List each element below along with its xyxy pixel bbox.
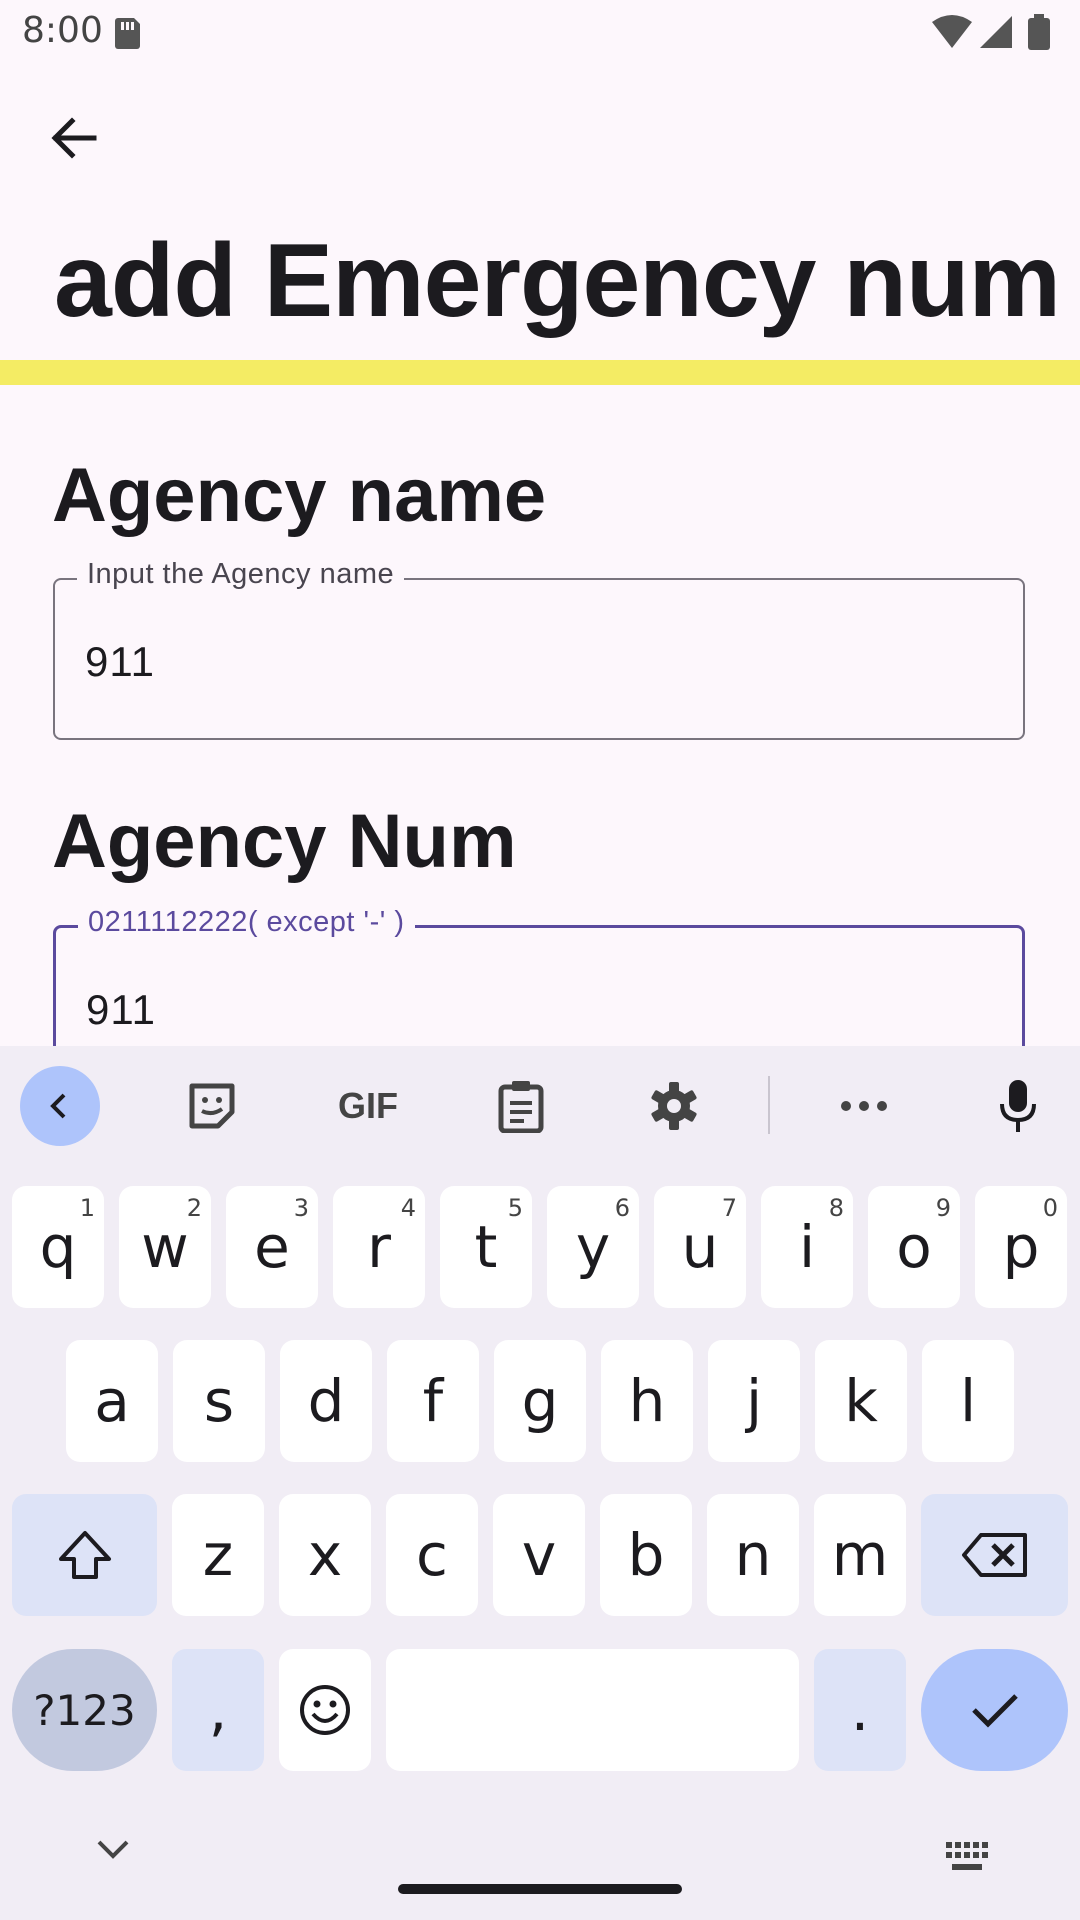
agency-num-legend: 0211112222( except '-' ) — [78, 906, 415, 939]
emoji-key[interactable] — [279, 1649, 371, 1771]
key-j[interactable]: j — [708, 1340, 800, 1462]
more-horiz-icon — [841, 1101, 887, 1111]
key-l[interactable]: l — [922, 1340, 1014, 1462]
gif-button[interactable]: GIF — [326, 1066, 410, 1146]
key-e[interactable]: e3 — [226, 1186, 318, 1308]
key-p[interactable]: p0 — [975, 1186, 1067, 1308]
key-label: i — [798, 1213, 816, 1281]
sd-card-icon — [115, 18, 140, 49]
sticker-icon — [189, 1083, 235, 1129]
key-hint: 0 — [1042, 1194, 1058, 1222]
home-indicator[interactable] — [398, 1884, 682, 1894]
key-hint: 2 — [186, 1194, 202, 1222]
key-k[interactable]: k — [815, 1340, 907, 1462]
highlight-bar — [0, 360, 1080, 385]
key-q[interactable]: q1 — [12, 1186, 104, 1308]
cell-signal-icon — [980, 16, 1012, 48]
agency-num-label: Agency Num — [52, 799, 517, 884]
key-u[interactable]: u7 — [654, 1186, 746, 1308]
key-w[interactable]: w2 — [119, 1186, 211, 1308]
key-o[interactable]: o9 — [868, 1186, 960, 1308]
key-label: y — [575, 1213, 611, 1281]
key-hint: 8 — [828, 1194, 844, 1222]
agency-name-value[interactable]: 911 — [85, 638, 155, 686]
key-y[interactable]: y6 — [547, 1186, 639, 1308]
key-a[interactable]: a — [66, 1340, 158, 1462]
arrow-back-icon — [51, 117, 97, 159]
voice-input-button[interactable] — [978, 1066, 1058, 1146]
key-x[interactable]: x — [279, 1494, 371, 1616]
settings-button[interactable] — [634, 1066, 714, 1146]
key-label: e — [254, 1213, 290, 1281]
key-hint: 4 — [400, 1194, 416, 1222]
key-hint: 6 — [614, 1194, 630, 1222]
key-h[interactable]: h — [601, 1340, 693, 1462]
agency-name-label: Agency name — [52, 453, 547, 538]
key-z[interactable]: z — [172, 1494, 264, 1616]
comma-key[interactable]: , — [172, 1649, 264, 1771]
toolbar-divider — [768, 1076, 770, 1134]
more-button[interactable] — [824, 1066, 904, 1146]
key-d[interactable]: d — [280, 1340, 372, 1462]
clipboard-icon — [498, 1081, 544, 1133]
key-r[interactable]: r4 — [333, 1186, 425, 1308]
gear-icon — [651, 1082, 697, 1130]
clipboard-button[interactable] — [481, 1066, 561, 1146]
key-f[interactable]: f — [387, 1340, 479, 1462]
key-n[interactable]: n — [707, 1494, 799, 1616]
key-hint: 1 — [79, 1194, 95, 1222]
check-icon — [971, 1694, 1018, 1728]
key-label: r — [367, 1213, 391, 1281]
key-s[interactable]: s — [173, 1340, 265, 1462]
key-hint: 7 — [721, 1194, 737, 1222]
space-key[interactable] — [386, 1649, 799, 1771]
period-key[interactable]: . — [814, 1649, 906, 1771]
agency-name-field[interactable]: Input the Agency name 911 — [53, 558, 1025, 740]
sticker-button[interactable] — [172, 1066, 252, 1146]
enter-key[interactable] — [921, 1649, 1068, 1771]
chevron-left-icon — [50, 1093, 66, 1119]
key-label: t — [474, 1213, 498, 1281]
hide-keyboard-icon[interactable] — [96, 1838, 130, 1860]
key-label: u — [681, 1213, 719, 1281]
status-bar: 8:00 — [0, 0, 1080, 64]
key-i[interactable]: i8 — [761, 1186, 853, 1308]
key-label: o — [896, 1213, 932, 1281]
key-b[interactable]: b — [600, 1494, 692, 1616]
shift-key[interactable] — [12, 1494, 157, 1616]
key-v[interactable]: v — [493, 1494, 585, 1616]
key-hint: 5 — [507, 1194, 523, 1222]
agency-name-legend: Input the Agency name — [77, 558, 405, 591]
emoji-icon — [300, 1685, 350, 1735]
key-t[interactable]: t5 — [440, 1186, 532, 1308]
back-button[interactable] — [44, 108, 104, 168]
key-m[interactable]: m — [814, 1494, 906, 1616]
shift-icon — [58, 1531, 111, 1579]
mic-icon — [1000, 1080, 1036, 1132]
key-c[interactable]: c — [386, 1494, 478, 1616]
keyboard-switch-icon[interactable] — [944, 1840, 990, 1874]
key-hint: 9 — [935, 1194, 951, 1222]
key-hint: 3 — [293, 1194, 309, 1222]
keyboard-toolbar: GIF — [0, 1046, 1080, 1164]
status-time: 8:00 — [22, 10, 103, 51]
agency-num-value[interactable]: 911 — [86, 986, 156, 1034]
backspace-icon — [961, 1533, 1027, 1577]
key-label: p — [1002, 1213, 1040, 1281]
key-g[interactable]: g — [494, 1340, 586, 1462]
wifi-icon — [932, 15, 972, 48]
toolbar-back-button[interactable] — [20, 1066, 100, 1146]
backspace-key[interactable] — [921, 1494, 1068, 1616]
battery-icon — [1028, 14, 1050, 50]
key-label: w — [141, 1213, 189, 1281]
soft-keyboard: GIF q 1 w 2 e 3 r 4 t 5 y 6 u 7 i 8 o 9 … — [0, 1046, 1080, 1920]
symbols-key[interactable]: ?123 — [12, 1649, 157, 1771]
page-title: add Emergency num — [54, 223, 1061, 339]
key-label: q — [39, 1213, 77, 1281]
